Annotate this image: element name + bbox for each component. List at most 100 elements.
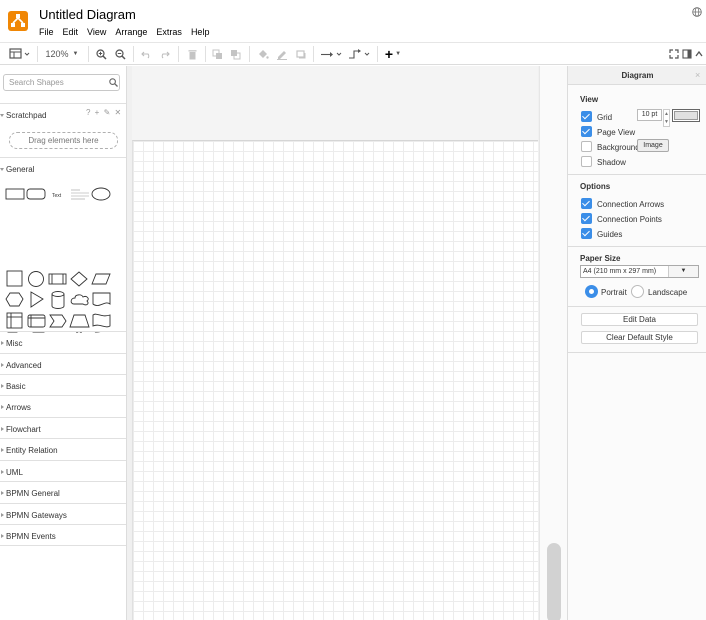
- shadow-checkbox[interactable]: [581, 156, 592, 167]
- zoom-in-button[interactable]: [94, 47, 108, 61]
- format-panel-toggle-button[interactable]: [9, 47, 31, 61]
- grid-size-stepper[interactable]: ▲ ▼: [663, 109, 670, 127]
- insert-dropdown[interactable]: + ▼: [382, 46, 404, 62]
- scrollbar-thumb[interactable]: [547, 543, 561, 620]
- clear-default-style-button[interactable]: Clear Default Style: [581, 331, 698, 344]
- guides-checkbox[interactable]: [581, 228, 592, 239]
- format-panel-button[interactable]: [681, 47, 693, 61]
- shadow-button[interactable]: [294, 47, 308, 61]
- uml-section[interactable]: UML: [0, 460, 126, 481]
- language-globe-icon[interactable]: [692, 7, 702, 17]
- menu-arrange[interactable]: Arrange: [115, 27, 147, 37]
- portrait-radio[interactable]: [585, 285, 598, 298]
- divider: [568, 246, 706, 247]
- diamond-shape[interactable]: [70, 271, 88, 287]
- document-title[interactable]: Untitled Diagram: [39, 7, 136, 22]
- page-view-checkbox[interactable]: [581, 126, 592, 137]
- menu-extras[interactable]: Extras: [156, 27, 182, 37]
- header: Untitled Diagram File Edit View Arrange Extr…: [0, 0, 706, 43]
- entity-relation-section[interactable]: Entity Relation: [0, 438, 126, 460]
- ellipse-shape[interactable]: [91, 187, 111, 201]
- textbox-shape[interactable]: [71, 189, 89, 200]
- cloud-shape[interactable]: [70, 294, 89, 306]
- basic-section[interactable]: Basic: [0, 374, 126, 395]
- view-heading: View: [580, 95, 599, 104]
- bpmn-general-section[interactable]: BPMN General: [0, 481, 126, 503]
- bpmn-gateways-section[interactable]: BPMN Gateways: [0, 503, 126, 524]
- tape-shape[interactable]: [92, 313, 111, 328]
- format-panel-title[interactable]: Diagram: [568, 71, 706, 80]
- divider: [568, 174, 706, 175]
- circle-shape[interactable]: [28, 271, 44, 287]
- advanced-section[interactable]: Advanced: [0, 353, 126, 374]
- arrows-section[interactable]: Arrows: [0, 395, 126, 417]
- menu-view[interactable]: View: [87, 27, 106, 37]
- trapezoid-shape[interactable]: [69, 314, 90, 328]
- collapse-button[interactable]: [694, 47, 704, 61]
- scratchpad-label[interactable]: Scratchpad: [6, 111, 46, 120]
- chevron-down-icon: ▼: [72, 51, 79, 57]
- misc-section[interactable]: Misc: [0, 331, 126, 353]
- connection-points-checkbox[interactable]: [581, 213, 592, 224]
- paper-size-value: A4 (210 mm x 297 mm): [583, 268, 657, 275]
- internal-storage-shape[interactable]: [27, 314, 46, 328]
- toolbar-separator: [313, 46, 314, 62]
- fullscreen-button[interactable]: [668, 47, 680, 61]
- scratchpad-dropzone[interactable]: Drag elements here: [9, 132, 118, 149]
- diagram-canvas[interactable]: [127, 66, 539, 620]
- undo-button[interactable]: [139, 47, 153, 61]
- to-back-button[interactable]: [229, 47, 243, 61]
- panel-layout-icon: [9, 48, 30, 59]
- grid-color-swatch: [674, 111, 698, 120]
- menu-help[interactable]: Help: [191, 27, 210, 37]
- parallelogram-shape[interactable]: [91, 273, 111, 285]
- connection-style-dropdown[interactable]: [320, 47, 344, 61]
- to-front-button[interactable]: [211, 47, 225, 61]
- background-image-button[interactable]: Image: [637, 139, 669, 152]
- zoom-out-button[interactable]: [113, 47, 127, 61]
- expand-arrow-icon: [1, 363, 4, 367]
- grid-color-button[interactable]: [672, 109, 700, 122]
- delete-button[interactable]: [185, 47, 199, 61]
- search-shapes-input[interactable]: [3, 74, 120, 91]
- process-shape[interactable]: [48, 273, 67, 285]
- zoom-value: 120%: [45, 49, 69, 59]
- app-logo[interactable]: [8, 11, 28, 31]
- fill-color-button[interactable]: [256, 47, 270, 61]
- grid-size-input[interactable]: 10 pt: [637, 109, 662, 121]
- guides-label: Guides: [597, 230, 623, 239]
- hexagon-shape[interactable]: [5, 292, 24, 307]
- menu-edit[interactable]: Edit: [63, 27, 79, 37]
- vertical-scrollbar[interactable]: [539, 66, 567, 620]
- zoom-out-icon: [114, 48, 126, 60]
- square-shape[interactable]: [6, 270, 23, 287]
- landscape-radio[interactable]: [631, 285, 644, 298]
- rectangle-shape[interactable]: [5, 188, 25, 200]
- triangle-shape[interactable]: [30, 291, 44, 308]
- toolbar-separator: [178, 46, 179, 62]
- connection-arrows-checkbox[interactable]: [581, 198, 592, 209]
- paper-size-select[interactable]: A4 (210 mm x 297 mm) ▼: [580, 265, 699, 278]
- menu-file[interactable]: File: [39, 27, 54, 37]
- zoom-dropdown[interactable]: 120% ▼: [44, 47, 80, 61]
- close-icon[interactable]: ×: [695, 70, 700, 80]
- edit-data-button[interactable]: Edit Data: [581, 313, 698, 326]
- general-label[interactable]: General: [6, 165, 34, 174]
- table-shape[interactable]: [6, 312, 23, 329]
- flowchart-section[interactable]: Flowchart: [0, 417, 126, 438]
- scratchpad-tools[interactable]: ? + ✎ ✕: [86, 108, 122, 117]
- waypoints-dropdown[interactable]: [348, 47, 372, 61]
- diagram-page-grid[interactable]: [132, 140, 538, 620]
- step-shape[interactable]: [49, 314, 67, 328]
- document-shape[interactable]: [92, 292, 111, 306]
- search-icon[interactable]: [109, 78, 118, 87]
- redo-icon: [161, 51, 170, 58]
- bpmn-events-section[interactable]: BPMN Events: [0, 524, 126, 546]
- grid-checkbox[interactable]: [581, 111, 592, 122]
- cylinder-shape[interactable]: [51, 291, 65, 309]
- line-color-button[interactable]: [275, 47, 289, 61]
- text-shape[interactable]: Text: [52, 193, 62, 199]
- rounded-rectangle-shape[interactable]: [26, 188, 46, 200]
- redo-button[interactable]: [157, 47, 171, 61]
- background-checkbox[interactable]: [581, 141, 592, 152]
